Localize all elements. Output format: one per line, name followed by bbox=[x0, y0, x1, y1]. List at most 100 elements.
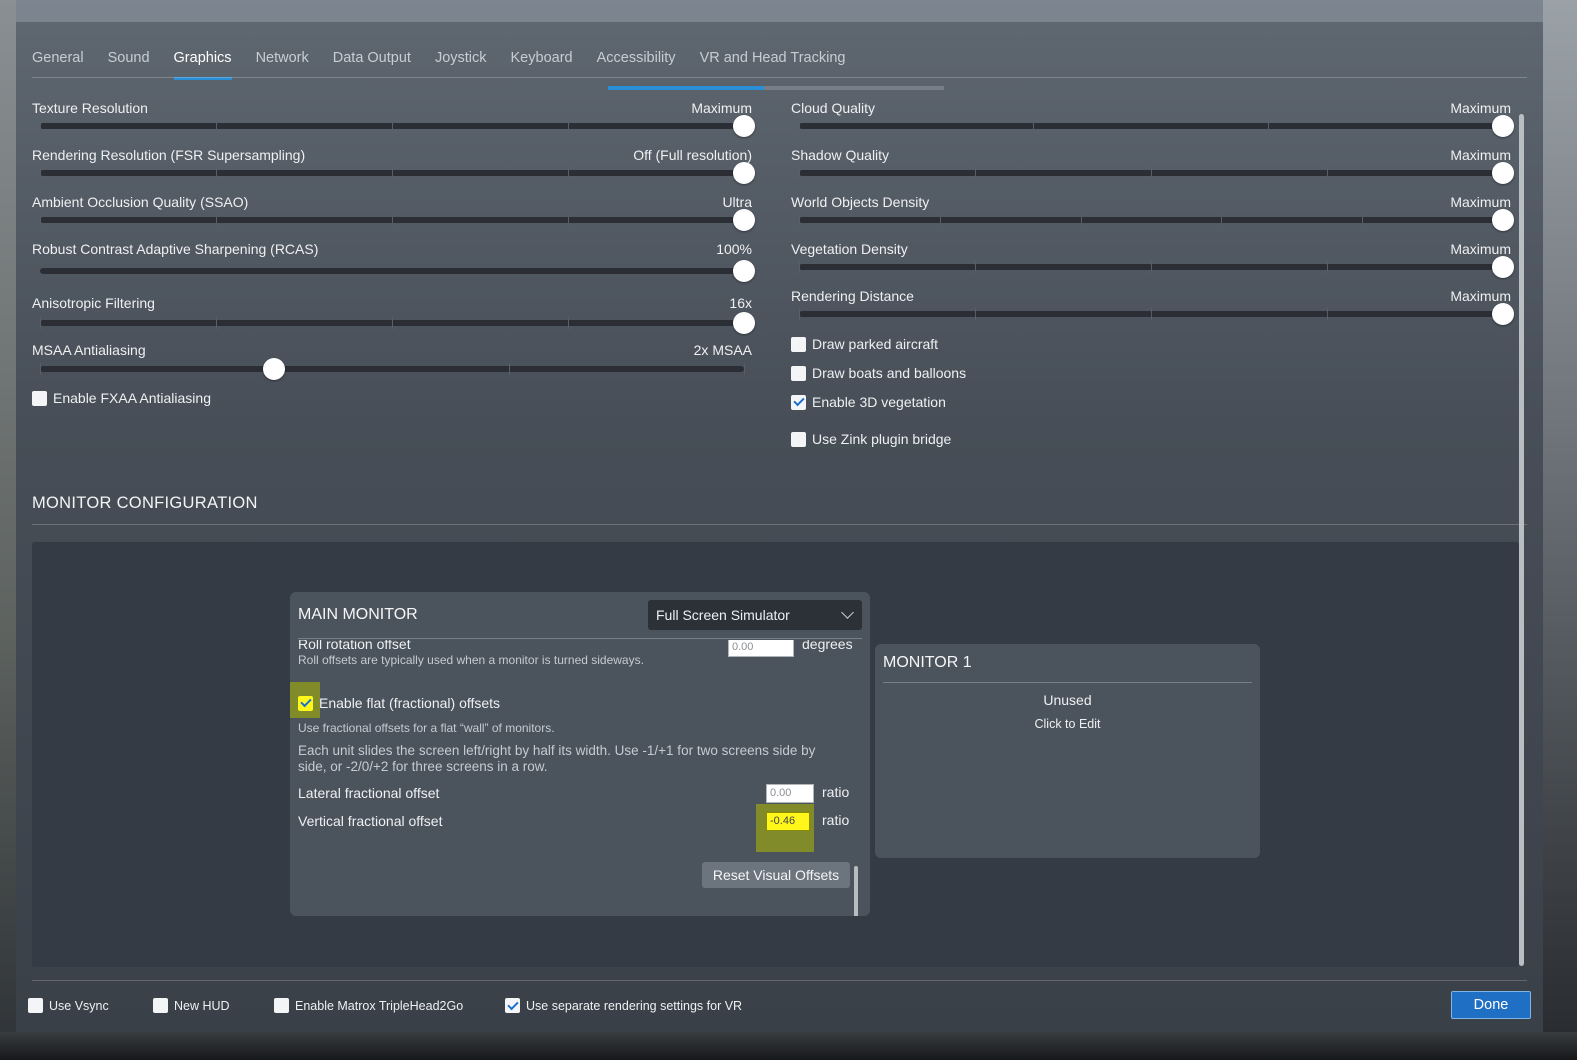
slider-tick bbox=[1033, 120, 1035, 132]
slider-tick bbox=[216, 214, 217, 226]
flat-offsets-checkbox[interactable] bbox=[298, 695, 313, 711]
slider-thumb[interactable] bbox=[733, 260, 755, 282]
tab-graphics[interactable]: Graphics bbox=[173, 44, 232, 80]
fxaa-checkbox[interactable] bbox=[32, 390, 47, 406]
slider-track[interactable] bbox=[40, 162, 755, 184]
new-hud-label: New HUD bbox=[174, 998, 230, 1013]
tab-scrollbar-thumb[interactable] bbox=[608, 86, 764, 90]
flat-offsets-description: Each unit slides the screen left/right b… bbox=[298, 743, 816, 774]
draw-boats-balloons-row[interactable]: Draw boats and balloons bbox=[791, 365, 966, 381]
enable-3d-vegetation-row[interactable]: Enable 3D vegetation bbox=[791, 394, 946, 410]
slider-thumb[interactable] bbox=[1492, 303, 1514, 325]
slider-label: Shadow Quality bbox=[791, 147, 890, 163]
slider-label: World Objects Density bbox=[791, 194, 930, 210]
chevron-down-icon bbox=[841, 606, 854, 619]
slider-tick bbox=[40, 167, 41, 179]
vertical-offset-input[interactable]: -0.46 bbox=[766, 812, 810, 831]
slider-shadow-quality: Shadow Quality Maximum bbox=[791, 147, 1514, 191]
slider-track[interactable] bbox=[40, 209, 755, 231]
slider-thumb[interactable] bbox=[1492, 115, 1514, 137]
slider-tick bbox=[392, 120, 393, 132]
tab-network[interactable]: Network bbox=[256, 44, 309, 78]
slider-cloud-quality: Cloud Quality Maximum bbox=[791, 100, 1514, 144]
background-cockpit bbox=[0, 1032, 1577, 1060]
main-monitor-title: MAIN MONITOR bbox=[298, 606, 418, 623]
use-zink-plugin-bridge-row[interactable]: Use Zink plugin bridge bbox=[791, 431, 951, 447]
enable-3d-vegetation-checkbox[interactable] bbox=[791, 394, 806, 410]
use-vsync-label: Use Vsync bbox=[49, 998, 109, 1013]
slider-thumb[interactable] bbox=[733, 162, 755, 184]
vertical-offset-label: Vertical fractional offset bbox=[298, 813, 443, 829]
monitor-mode-dropdown[interactable]: Full Screen Simulator bbox=[648, 600, 862, 630]
slider-tick bbox=[799, 167, 800, 179]
main-monitor-scrollbar[interactable] bbox=[854, 866, 858, 916]
tab-vr-head-tracking[interactable]: VR and Head Tracking bbox=[700, 44, 846, 78]
settings-panel: General Sound Graphics Network Data Outp… bbox=[16, 22, 1543, 1032]
tab-accessibility[interactable]: Accessibility bbox=[597, 44, 676, 78]
slider-thumb[interactable] bbox=[263, 358, 286, 380]
tab-joystick[interactable]: Joystick bbox=[435, 44, 487, 78]
draw-boats-balloons-checkbox[interactable] bbox=[791, 365, 806, 381]
monitor-1-panel[interactable]: MONITOR 1 Unused Click to Edit bbox=[875, 644, 1260, 858]
use-vsync-checkbox[interactable] bbox=[28, 998, 43, 1013]
roll-offset-input[interactable]: 0.00 bbox=[728, 640, 794, 657]
done-button[interactable]: Done bbox=[1451, 991, 1531, 1019]
use-zink-plugin-bridge-checkbox[interactable] bbox=[791, 431, 806, 447]
tab-sound[interactable]: Sound bbox=[108, 44, 150, 78]
settings-scrollbar[interactable] bbox=[1519, 114, 1524, 966]
section-title-monitor-configuration: MONITOR CONFIGURATION bbox=[32, 494, 258, 512]
slider-track[interactable] bbox=[799, 162, 1514, 184]
slider-tick bbox=[1151, 308, 1152, 320]
tab-scrollbar[interactable] bbox=[608, 86, 944, 90]
new-hud-row[interactable]: New HUD bbox=[153, 998, 230, 1013]
vr-rendering-settings-row[interactable]: Use separate rendering settings for VR bbox=[505, 998, 742, 1013]
slider-label: Rendering Distance bbox=[791, 288, 914, 304]
fxaa-checkbox-row[interactable]: Enable FXAA Antialiasing bbox=[32, 390, 211, 406]
slider-track[interactable] bbox=[40, 312, 755, 334]
slider-tick bbox=[1151, 261, 1152, 273]
draw-parked-aircraft-row[interactable]: Draw parked aircraft bbox=[791, 336, 938, 352]
slider-vegetation-density: Vegetation Density Maximum bbox=[791, 241, 1514, 285]
use-vsync-row[interactable]: Use Vsync bbox=[28, 998, 109, 1013]
slider-value: Maximum bbox=[691, 100, 752, 116]
new-hud-checkbox[interactable] bbox=[153, 998, 168, 1013]
slider-tick bbox=[568, 120, 569, 132]
vr-rendering-settings-label: Use separate rendering settings for VR bbox=[526, 998, 743, 1013]
slider-track[interactable] bbox=[40, 115, 755, 137]
slider-tick bbox=[799, 308, 800, 320]
slider-track[interactable] bbox=[799, 303, 1514, 325]
slider-tick bbox=[508, 363, 510, 375]
slider-track[interactable] bbox=[799, 256, 1514, 278]
matrox-triplehead-checkbox[interactable] bbox=[274, 998, 289, 1013]
slider-ambient-occlusion: Ambient Occlusion Quality (SSAO) Ultra bbox=[32, 194, 755, 238]
reset-visual-offsets-button[interactable]: Reset Visual Offsets bbox=[702, 862, 850, 888]
background-left bbox=[0, 0, 16, 1060]
slider-label: Robust Contrast Adaptive Sharpening (RCA… bbox=[32, 241, 319, 257]
matrox-triplehead-row[interactable]: Enable Matrox TripleHead2Go bbox=[274, 998, 463, 1013]
matrox-triplehead-label: Enable Matrox TripleHead2Go bbox=[295, 998, 464, 1013]
monitor-1-status: Unused bbox=[1043, 692, 1092, 708]
lateral-offset-input[interactable]: 0.00 bbox=[766, 784, 814, 803]
slider-thumb[interactable] bbox=[1492, 162, 1514, 184]
main-monitor-scroll-area[interactable]: Roll rotation offset 0.00 degrees Roll o… bbox=[290, 640, 870, 916]
tab-general[interactable]: General bbox=[32, 44, 84, 78]
draw-parked-aircraft-checkbox[interactable] bbox=[791, 336, 806, 352]
slider-value: Maximum bbox=[1450, 241, 1511, 257]
slider-thumb[interactable] bbox=[1492, 209, 1514, 231]
slider-tick bbox=[1221, 214, 1223, 226]
slider-value: Off (Full resolution) bbox=[633, 147, 752, 163]
slider-track[interactable] bbox=[40, 358, 745, 380]
slider-track[interactable] bbox=[799, 115, 1514, 137]
slider-thumb[interactable] bbox=[733, 209, 755, 231]
tab-keyboard[interactable]: Keyboard bbox=[511, 44, 573, 78]
tab-data-output[interactable]: Data Output bbox=[333, 44, 411, 78]
slider-label: MSAA Antialiasing bbox=[32, 342, 146, 358]
slider-track[interactable] bbox=[799, 209, 1514, 231]
flat-offsets-row[interactable]: Enable flat (fractional) offsets bbox=[298, 695, 500, 711]
slider-thumb[interactable] bbox=[733, 312, 755, 334]
slider-rendering-distance: Rendering Distance Maximum bbox=[791, 288, 1514, 332]
vr-rendering-settings-checkbox[interactable] bbox=[505, 998, 520, 1013]
slider-thumb[interactable] bbox=[1492, 256, 1514, 278]
slider-thumb[interactable] bbox=[733, 115, 755, 137]
slider-track[interactable] bbox=[40, 260, 755, 282]
